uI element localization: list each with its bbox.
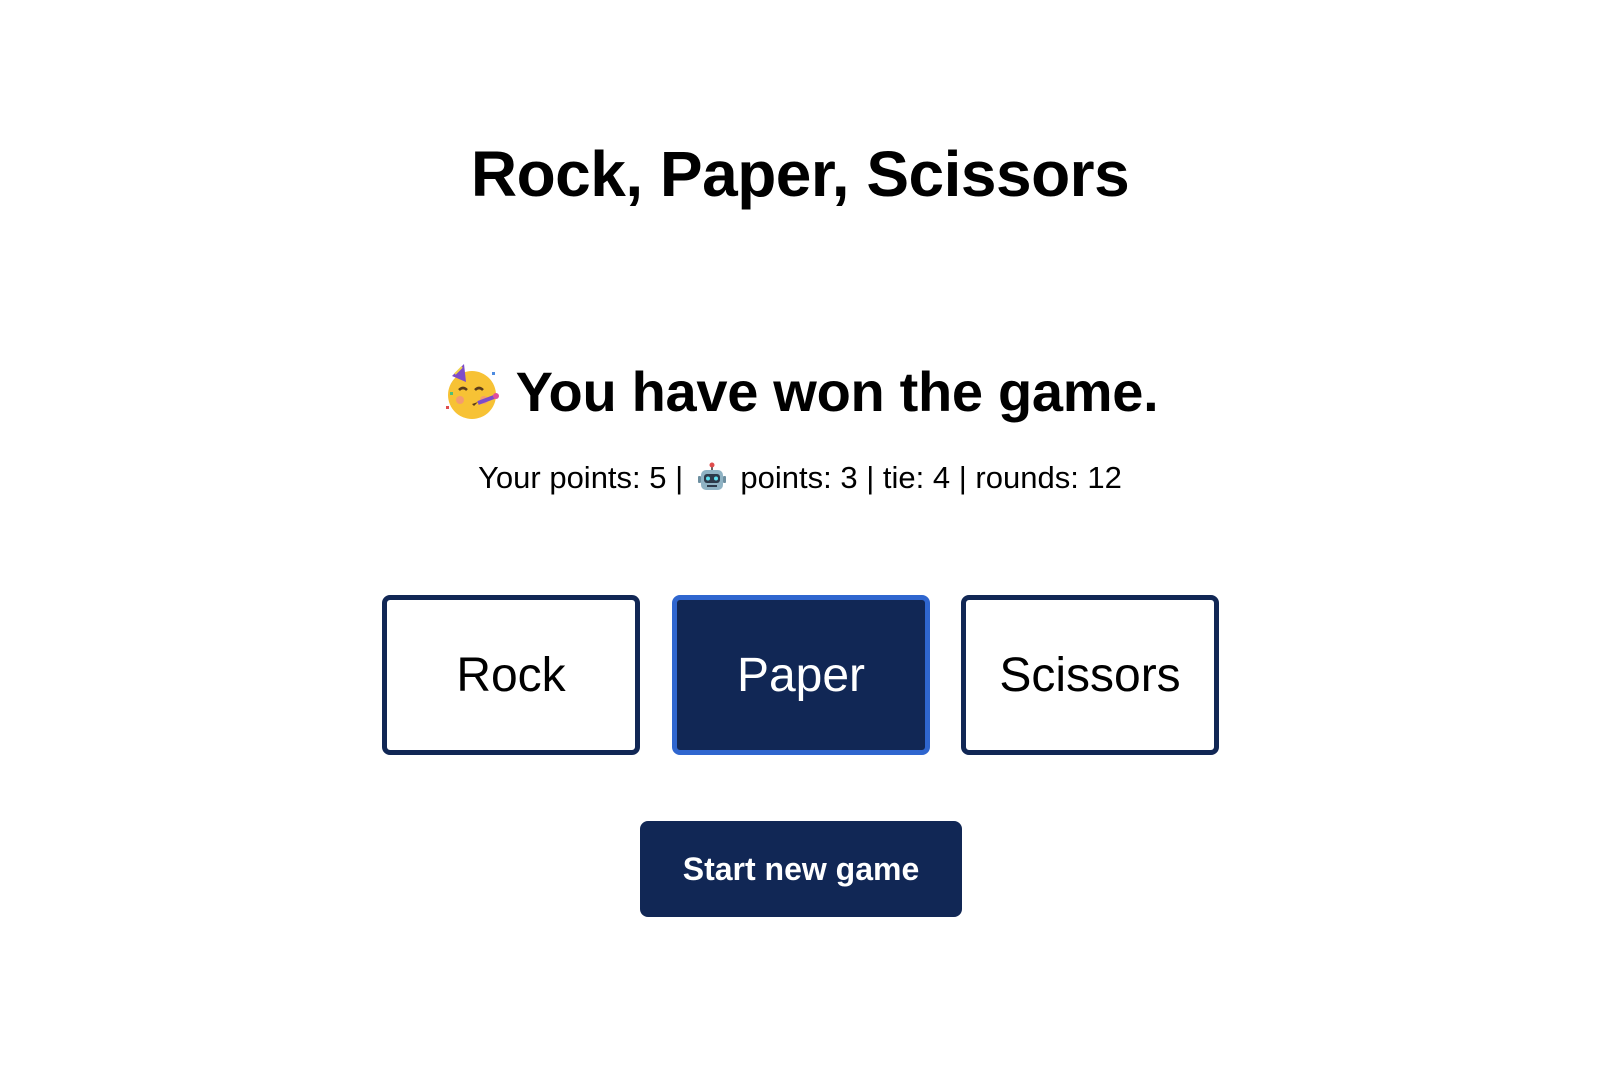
your-points-value: 5 [649,459,667,495]
paper-button[interactable]: Paper [672,595,930,755]
start-new-game-button[interactable]: Start new game [640,821,962,917]
tie-label: tie: [882,459,933,495]
separator: | [950,459,976,495]
game-page: Rock, Paper, Scissors You have won the g… [0,0,1600,1080]
rounds-value: 12 [1087,459,1122,495]
robot-icon [697,462,726,490]
bot-points-value: 3 [840,459,858,495]
party-face-icon [445,364,499,419]
separator: | [666,459,692,495]
your-points-label: Your points: [478,459,650,495]
result-message: You have won the game. [0,358,1600,426]
bot-points-label: points: [731,459,841,495]
rounds-label: rounds: [975,459,1088,495]
result-text: You have won the game. [515,360,1159,423]
scissors-button[interactable]: Scissors [961,595,1219,755]
separator: | [857,459,883,495]
score-summary: Your points: 5 | points: 3 | tie: 4 | ro… [0,456,1600,498]
page-title: Rock, Paper, Scissors [470,138,1130,210]
rock-button[interactable]: Rock [382,595,640,755]
tie-value: 4 [932,459,951,495]
